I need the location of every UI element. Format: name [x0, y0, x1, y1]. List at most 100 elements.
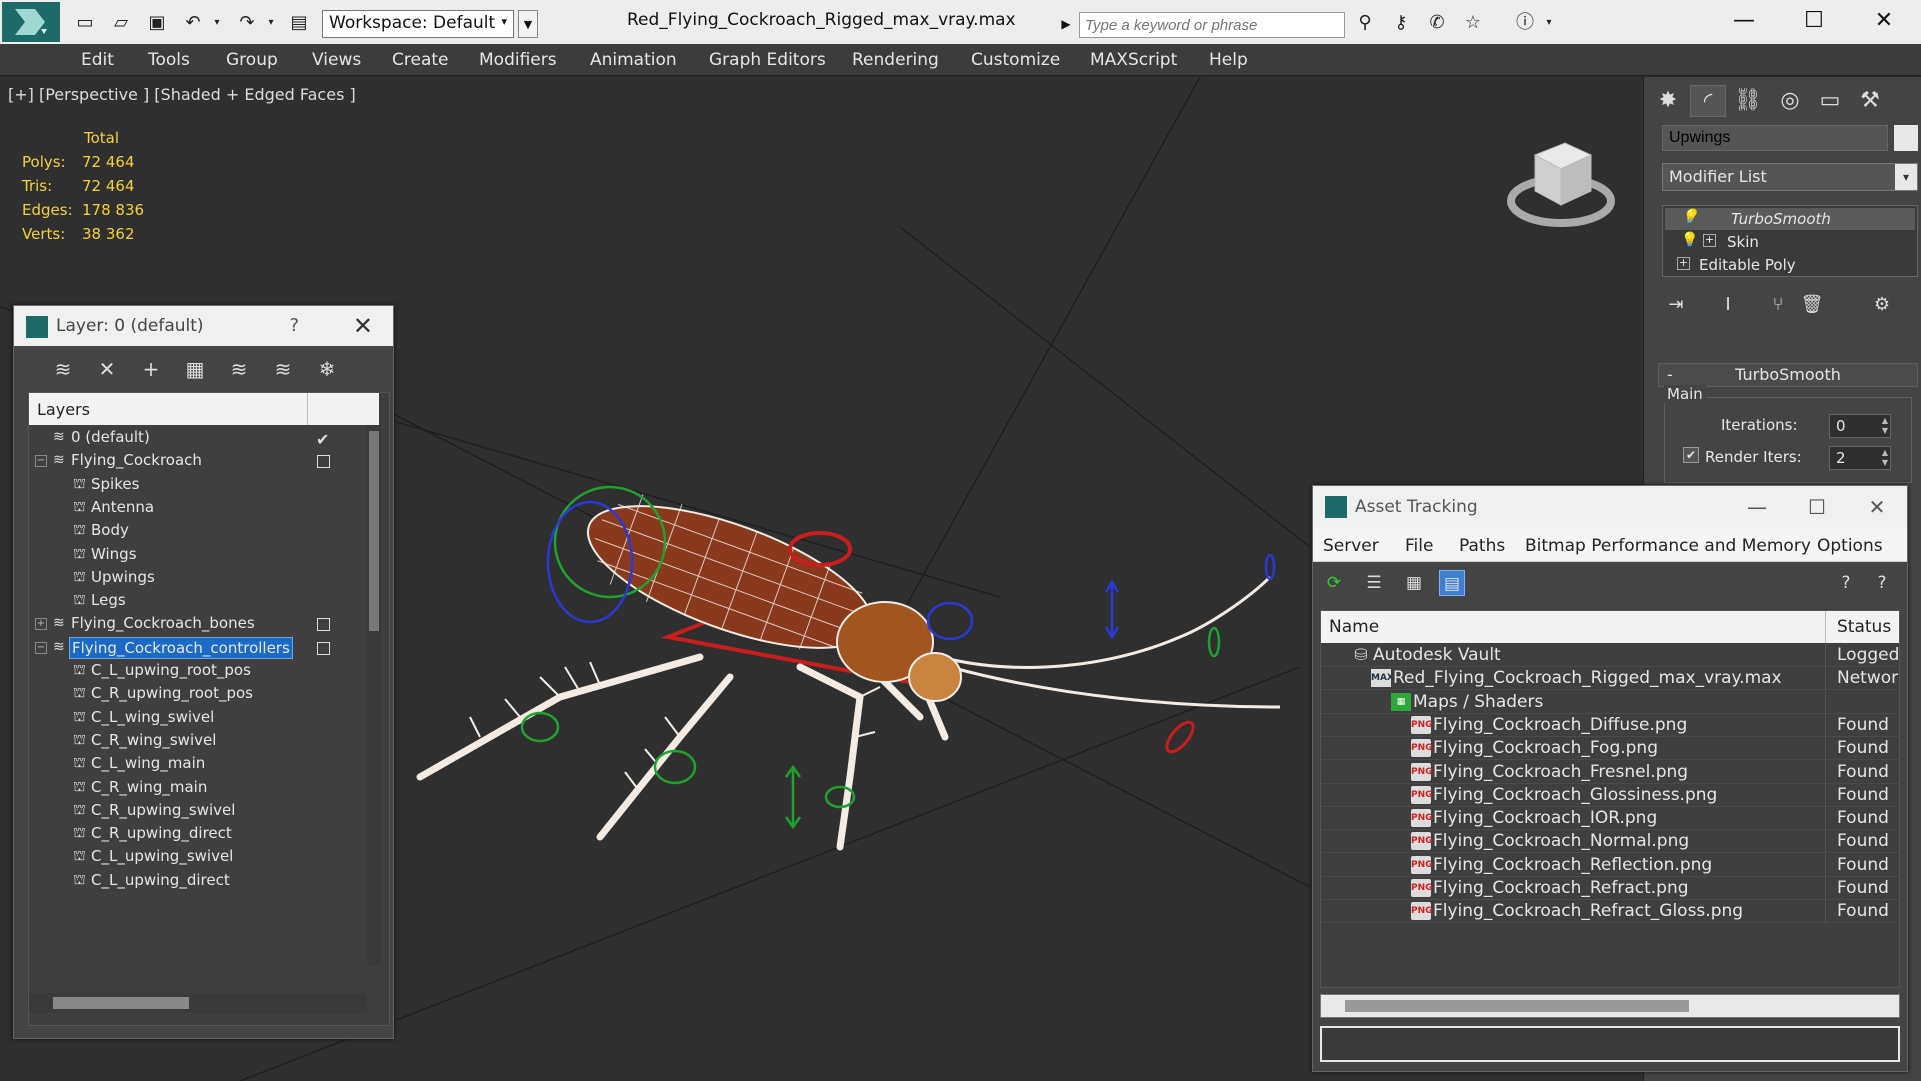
- expand-plus-icon[interactable]: +: [1703, 234, 1716, 247]
- workspace-more-button[interactable]: ▼: [518, 10, 538, 38]
- asset-row[interactable]: PNG Flying_Cockroach_Refract.png Found: [1321, 877, 1899, 900]
- table-view-icon[interactable]: ▤: [1439, 570, 1465, 596]
- undo-dropdown-icon[interactable]: ▾: [206, 12, 228, 34]
- asset-row[interactable]: PNG Flying_Cockroach_Diffuse.png Found: [1321, 713, 1899, 737]
- create-tab-icon[interactable]: ✸: [1650, 85, 1686, 117]
- show-end-result-icon[interactable]: I: [1714, 291, 1742, 319]
- new-layer-icon[interactable]: ≋: [48, 354, 78, 384]
- layer-object-row[interactable]: ⛫ C_R_upwing_root_pos: [29, 683, 351, 706]
- stack-item-turbosmooth[interactable]: 💡 TurboSmooth: [1665, 208, 1915, 230]
- layer-vertical-scrollbar[interactable]: [367, 425, 381, 965]
- set-active-layer-box[interactable]: [317, 641, 330, 655]
- hide-all-layers-icon[interactable]: ≋: [268, 354, 298, 384]
- maximize-icon[interactable]: ☐: [1797, 492, 1837, 522]
- column-name[interactable]: Name: [1329, 617, 1379, 637]
- redo-dropdown-icon[interactable]: ▾: [260, 12, 282, 34]
- asset-row[interactable]: PNG Flying_Cockroach_Normal.png Found: [1321, 830, 1899, 854]
- layer-row[interactable]: − ≋ Flying_Cockroach_controllers: [29, 636, 351, 660]
- configure-sets-icon[interactable]: ⚙: [1868, 291, 1896, 319]
- make-unique-icon[interactable]: ⑂: [1764, 291, 1792, 319]
- layer-object-row[interactable]: ⛫ C_R_wing_main: [29, 777, 351, 800]
- asset-row[interactable]: PNG Flying_Cockroach_IOR.png Found: [1321, 807, 1899, 831]
- remove-modifier-icon[interactable]: 🗑: [1798, 291, 1826, 319]
- layer-row[interactable]: + ≋ Flying_Cockroach_bones: [29, 613, 351, 636]
- favorites-star-icon[interactable]: ☆: [1462, 12, 1484, 34]
- save-icon[interactable]: ▣: [146, 12, 168, 34]
- menu-help[interactable]: Help: [1209, 50, 1248, 70]
- asset-row[interactable]: PNG Flying_Cockroach_Reflection.png Found: [1321, 853, 1899, 877]
- iterations-spinner[interactable]: 0 ▲ ▼: [1829, 414, 1891, 438]
- asset-row[interactable]: ⛁ Autodesk Vault Logged Out: [1321, 644, 1899, 667]
- collapse-minus-icon[interactable]: −: [35, 455, 47, 468]
- layer-object-row[interactable]: ⛫ C_R_wing_swivel: [29, 730, 351, 753]
- highlight-selected-icon[interactable]: ≋: [224, 354, 254, 384]
- asset-path-field[interactable]: [1320, 1026, 1900, 1062]
- workspace-selector[interactable]: Workspace: Default ▾: [322, 10, 514, 38]
- asset-row[interactable]: MAX Red_Flying_Cockroach_Rigged_max_vray.…: [1321, 667, 1899, 691]
- close-icon[interactable]: ✕: [1857, 492, 1897, 522]
- collapse-minus-icon[interactable]: -: [1667, 364, 1673, 386]
- layer-object-row[interactable]: ⛫ Body: [29, 520, 351, 543]
- layer-object-row[interactable]: ⛫ Antenna: [29, 497, 351, 520]
- menu-modifiers[interactable]: Modifiers: [479, 50, 557, 70]
- thumbnail-view-icon[interactable]: ▦: [1401, 570, 1427, 596]
- utilities-tab-icon[interactable]: ⚒: [1852, 85, 1888, 117]
- layer-object-row[interactable]: ⛫ Wings: [29, 544, 351, 567]
- search-input[interactable]: [1079, 12, 1345, 38]
- help-icon[interactable]: ?: [289, 315, 299, 336]
- menu-rendering[interactable]: Rendering: [852, 50, 939, 70]
- scroll-thumb[interactable]: [369, 431, 379, 631]
- scroll-thumb[interactable]: [53, 997, 189, 1009]
- window-maximize-button[interactable]: ☐: [1794, 6, 1834, 36]
- new-file-icon[interactable]: ▭: [74, 12, 96, 34]
- hierarchy-tab-icon[interactable]: ⛓: [1730, 85, 1766, 117]
- render-iters-checkbox[interactable]: ✔: [1683, 447, 1699, 463]
- layer-object-row[interactable]: ⛫ C_L_wing_main: [29, 753, 351, 776]
- menu-edit[interactable]: Edit: [81, 50, 114, 70]
- set-active-layer-box[interactable]: [317, 618, 330, 632]
- redo-icon[interactable]: ↷: [236, 12, 258, 34]
- viewport-label-menu[interactable]: [+] [Perspective ] [Shaded + Edged Faces…: [8, 85, 356, 104]
- modify-tab-icon[interactable]: ◜: [1690, 85, 1726, 117]
- layer-horizontal-scrollbar[interactable]: [29, 993, 367, 1013]
- menu-bitmap-performance[interactable]: Bitmap Performance and Memory: [1525, 536, 1811, 556]
- layer-row[interactable]: − ≋ Flying_Cockroach: [29, 450, 351, 473]
- stack-item-skin[interactable]: 💡 + Skin: [1665, 231, 1915, 253]
- column-layers[interactable]: Layers: [37, 400, 90, 419]
- select-objects-icon[interactable]: ▦: [180, 354, 210, 384]
- menu-tools[interactable]: Tools: [148, 50, 190, 70]
- list-view-icon[interactable]: ☰: [1361, 570, 1387, 596]
- layer-object-row[interactable]: ⛫ C_L_upwing_swivel: [29, 846, 351, 869]
- layer-object-row[interactable]: ⛫ C_R_upwing_swivel: [29, 800, 351, 823]
- menu-options[interactable]: Options: [1817, 536, 1883, 556]
- menu-maxscript[interactable]: MAXScript: [1090, 50, 1177, 70]
- asset-row[interactable]: ▦ Maps / Shaders: [1321, 690, 1899, 714]
- search-expand-icon[interactable]: ▶: [1056, 12, 1076, 36]
- asset-row[interactable]: PNG Flying_Cockroach_Fresnel.png Found: [1321, 760, 1899, 784]
- menu-animation[interactable]: Animation: [590, 50, 677, 70]
- window-close-button[interactable]: ✕: [1864, 6, 1904, 36]
- spinner-arrows-icon[interactable]: ▲ ▼: [1882, 448, 1888, 468]
- minimize-icon[interactable]: —: [1737, 492, 1777, 522]
- layer-row[interactable]: ≋ 0 (default) ✔: [29, 427, 351, 450]
- asset-row[interactable]: PNG Flying_Cockroach_Refract_Gloss.png Fou…: [1321, 900, 1899, 924]
- active-layer-check-icon[interactable]: ✔: [316, 430, 329, 449]
- menu-customize[interactable]: Customize: [971, 50, 1060, 70]
- object-name-field[interactable]: [1662, 125, 1888, 151]
- menu-file[interactable]: File: [1405, 536, 1433, 556]
- modifier-list-dropdown[interactable]: Modifier List ▾: [1662, 163, 1918, 191]
- help-icon[interactable]: ?: [1833, 570, 1859, 596]
- scroll-thumb[interactable]: [1345, 1000, 1689, 1012]
- layer-object-row[interactable]: ⛫ C_L_wing_swivel: [29, 707, 351, 730]
- menu-create[interactable]: Create: [392, 50, 449, 70]
- expand-plus-icon[interactable]: +: [35, 618, 47, 631]
- menu-group[interactable]: Group: [226, 50, 278, 70]
- column-status[interactable]: Status: [1837, 617, 1891, 637]
- undo-icon[interactable]: ↶: [182, 12, 204, 34]
- binoculars-icon[interactable]: ⚲: [1354, 12, 1376, 34]
- layer-object-row[interactable]: ⛫ C_L_upwing_direct: [29, 870, 351, 893]
- menu-graph-editors[interactable]: Graph Editors: [709, 50, 826, 70]
- project-folder-icon[interactable]: ▤: [288, 12, 310, 34]
- dialog-title-bar[interactable]: Layer: 0 (default) ? ✕: [14, 306, 393, 346]
- object-color-swatch[interactable]: [1894, 125, 1918, 151]
